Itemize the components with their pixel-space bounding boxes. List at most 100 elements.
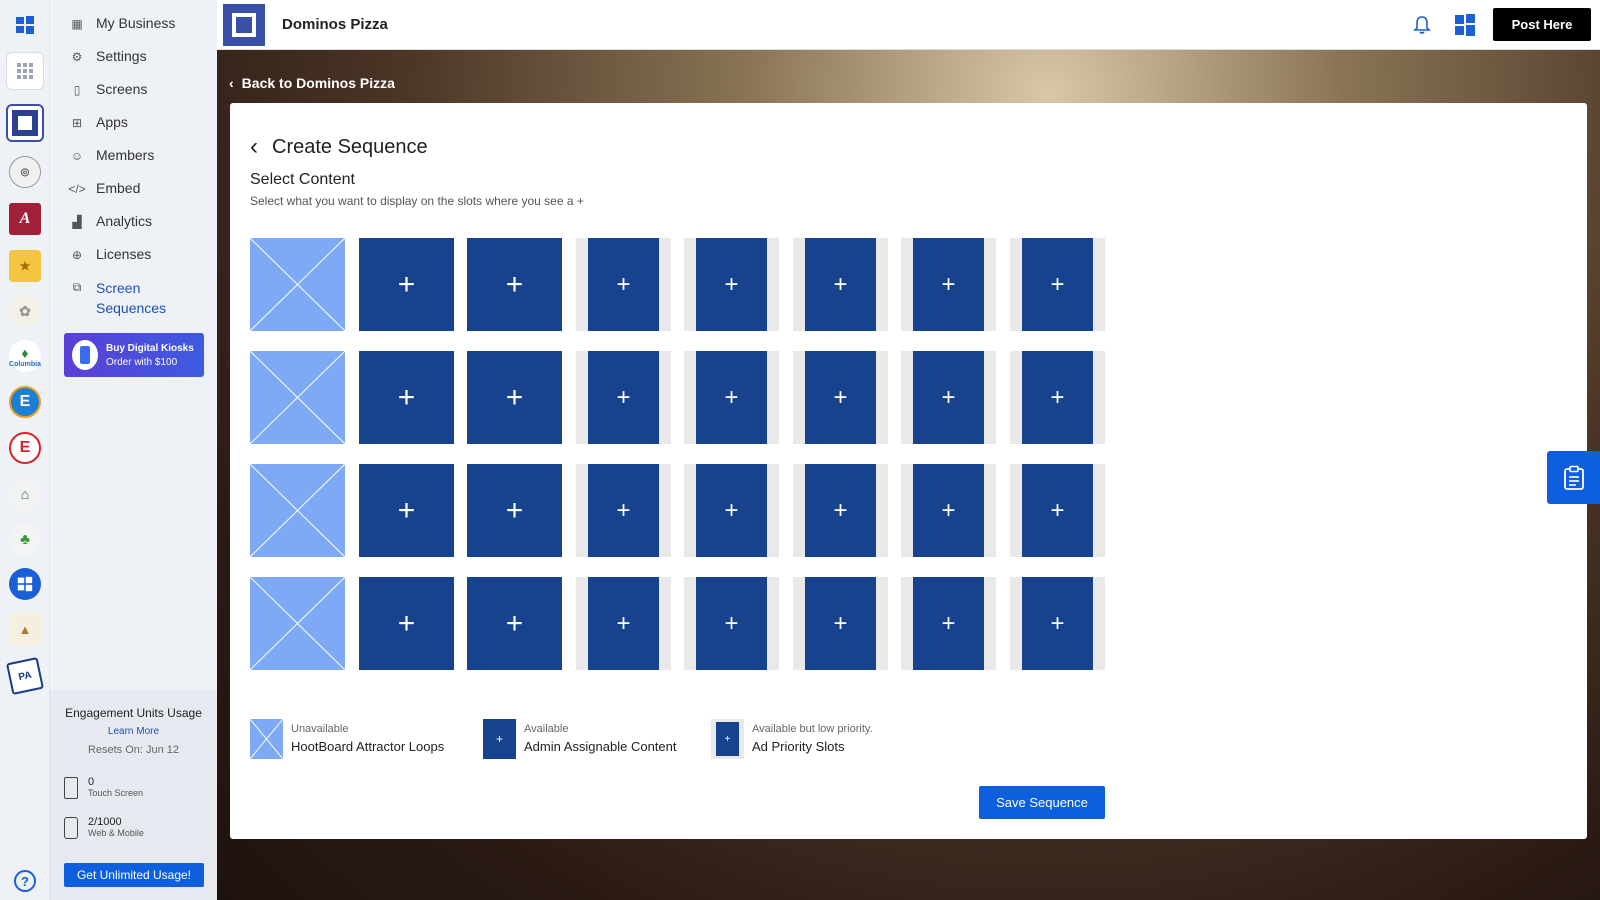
- slot-low[interactable]: +: [901, 238, 996, 331]
- slot-available[interactable]: +: [467, 238, 562, 331]
- slot-available[interactable]: +: [467, 464, 562, 557]
- current-business-avatar[interactable]: [6, 104, 44, 142]
- plant-logo-icon[interactable]: ♣: [9, 523, 41, 555]
- hootboard-logo-icon[interactable]: [6, 6, 44, 44]
- all-businesses-grid-icon[interactable]: [6, 52, 44, 90]
- slot-available[interactable]: +: [467, 351, 562, 444]
- plus-icon: +: [913, 464, 984, 557]
- badge-logo-icon[interactable]: ★: [9, 250, 41, 282]
- grid-icon: ▦: [71, 17, 83, 31]
- sidebar-item-embed[interactable]: </> Embed: [68, 180, 140, 196]
- plus-icon: +: [1022, 238, 1093, 331]
- sidebar-item-my-business[interactable]: ▦ My Business: [70, 15, 175, 31]
- slot-available[interactable]: +: [359, 464, 454, 557]
- bell-icon[interactable]: [1412, 14, 1432, 36]
- kiosk-icon: [72, 340, 98, 370]
- post-here-button[interactable]: Post Here: [1493, 8, 1591, 41]
- sidebar-item-screens[interactable]: ▯ Screens: [70, 81, 148, 97]
- slot-available[interactable]: +: [467, 577, 562, 670]
- sidebar-item-licenses[interactable]: ⊕ Licenses: [70, 246, 151, 262]
- plus-icon: +: [505, 493, 524, 527]
- business-logo: [223, 4, 265, 46]
- back-link[interactable]: ‹ Back to Dominos Pizza: [229, 75, 395, 91]
- slot-available[interactable]: +: [359, 238, 454, 331]
- community-seal-icon[interactable]: ◎: [9, 156, 41, 188]
- plus-icon: +: [1022, 577, 1093, 670]
- sequence-icon: ⧉: [72, 279, 82, 294]
- help-icon[interactable]: ?: [14, 870, 36, 892]
- slot-low[interactable]: +: [793, 351, 888, 444]
- letter-a-icon[interactable]: A: [9, 203, 41, 235]
- slot-low[interactable]: +: [684, 577, 779, 670]
- workspace-rail: ◎ A ★ ✿ ♦ Columbia E E ⌂ ♣ ▲ PA ?: [0, 0, 50, 900]
- available-swatch: +: [483, 719, 516, 759]
- slot-low[interactable]: +: [793, 238, 888, 331]
- slot-low[interactable]: +: [576, 351, 671, 444]
- legend-low-priority: + Available but low priority. Ad Priorit…: [711, 719, 873, 759]
- user-icon: ☺: [70, 149, 84, 163]
- slot-low[interactable]: +: [576, 577, 671, 670]
- slot-low[interactable]: +: [684, 464, 779, 557]
- plus-icon: +: [913, 351, 984, 444]
- plus-icon: +: [913, 238, 984, 331]
- sidebar-item-analytics[interactable]: ▟ Analytics: [70, 213, 152, 229]
- promo-title: Buy Digital Kiosks: [106, 342, 194, 354]
- plus-icon: +: [505, 267, 524, 301]
- buy-kiosks-promo[interactable]: Buy Digital Kiosks Order with $100: [64, 333, 204, 377]
- kiosk-icon: ▯: [73, 83, 81, 97]
- slot-low[interactable]: +: [1010, 464, 1105, 557]
- gear-icon: ⚙: [71, 50, 83, 64]
- chevron-left-icon[interactable]: ‹: [250, 133, 258, 161]
- plus-icon: +: [696, 577, 767, 670]
- plus-icon: +: [397, 380, 416, 414]
- hootboard-logo-icon[interactable]: [9, 568, 41, 600]
- building-logo-icon[interactable]: ⌂: [9, 478, 41, 510]
- touchscreen-icon: [64, 777, 78, 799]
- plus-icon: +: [397, 267, 416, 301]
- slot-low[interactable]: +: [684, 238, 779, 331]
- slot-low[interactable]: +: [901, 577, 996, 670]
- columbia-logo-icon[interactable]: ♦ Columbia: [9, 340, 41, 372]
- sidebar-item-screen-sequences[interactable]: ⧉ Screen Sequences: [70, 278, 176, 318]
- get-unlimited-button[interactable]: Get Unlimited Usage!: [64, 863, 204, 887]
- plus-icon: +: [696, 464, 767, 557]
- promo-subtitle: Order with $100: [106, 356, 178, 368]
- sidebar-item-members[interactable]: ☺ Members: [70, 147, 155, 163]
- plus-icon: +: [805, 238, 876, 331]
- sidebar-item-settings[interactable]: ⚙ Settings: [70, 48, 147, 64]
- hootboard-logo-icon[interactable]: [1455, 14, 1477, 36]
- letter-e-red-icon[interactable]: E: [9, 432, 41, 464]
- slot-low[interactable]: +: [901, 464, 996, 557]
- slot-low[interactable]: +: [793, 464, 888, 557]
- slot-low[interactable]: +: [1010, 238, 1105, 331]
- web-usage: 2/1000 Web & Mobile: [64, 816, 144, 839]
- slot-low[interactable]: +: [576, 464, 671, 557]
- clipboard-icon[interactable]: [1547, 451, 1600, 504]
- section-subtitle: Select what you want to display on the s…: [250, 194, 584, 208]
- slot-low[interactable]: +: [1010, 577, 1105, 670]
- plus-icon: +: [1022, 351, 1093, 444]
- slot-available[interactable]: +: [359, 577, 454, 670]
- slot-available[interactable]: +: [359, 351, 454, 444]
- top-bar: Dominos Pizza Post Here: [217, 0, 1600, 50]
- plus-icon: +: [505, 606, 524, 640]
- save-sequence-button[interactable]: Save Sequence: [979, 786, 1105, 819]
- plus-icon: +: [805, 351, 876, 444]
- sidebar-item-apps[interactable]: ⊞ Apps: [70, 114, 128, 130]
- usage-panel: Engagement Units Usage Learn More Resets…: [50, 690, 217, 900]
- library-logo-icon[interactable]: ▲: [9, 613, 41, 645]
- letter-e-circle-icon[interactable]: E: [9, 386, 41, 418]
- unavailable-swatch: [250, 719, 283, 759]
- slot-unavailable: [250, 464, 345, 557]
- crest-logo-icon[interactable]: ✿: [9, 295, 41, 327]
- slot-low[interactable]: +: [576, 238, 671, 331]
- low-priority-swatch: +: [711, 719, 744, 759]
- slot-low[interactable]: +: [901, 351, 996, 444]
- slot-low[interactable]: +: [684, 351, 779, 444]
- plus-icon: +: [397, 493, 416, 527]
- slot-low[interactable]: +: [793, 577, 888, 670]
- learn-more-link[interactable]: Learn More: [50, 726, 217, 737]
- slot-low[interactable]: +: [1010, 351, 1105, 444]
- usage-resets: Resets On: Jun 12: [87, 744, 180, 756]
- pa-flag-icon[interactable]: PA: [6, 657, 44, 695]
